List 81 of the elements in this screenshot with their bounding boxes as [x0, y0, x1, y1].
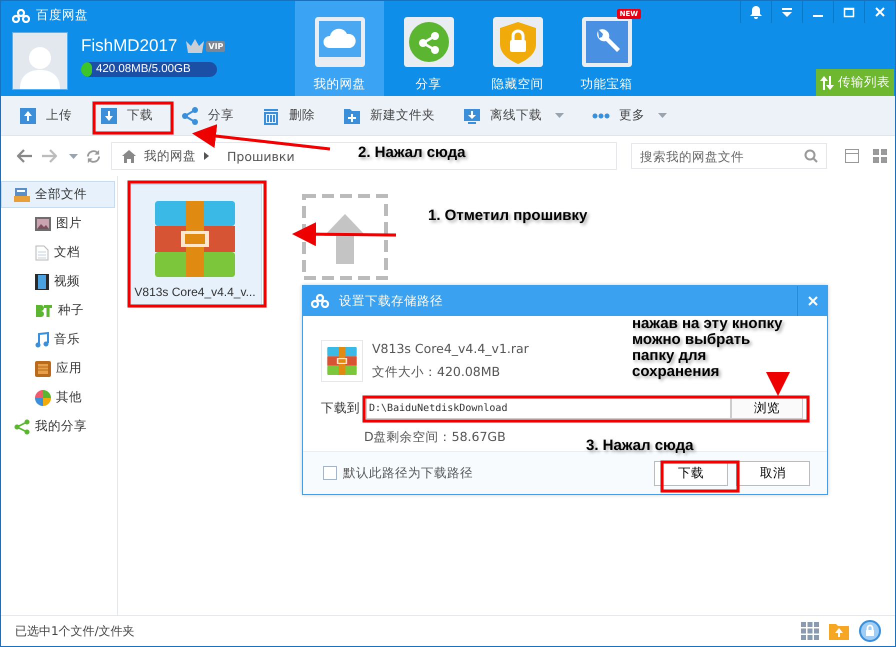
path-field[interactable]: D:\BaiduNetdiskDownload	[366, 397, 731, 419]
lock-icon[interactable]	[859, 620, 881, 642]
checkbox-label: 默认此路径为下载路径	[343, 464, 473, 482]
free-space-text: D盘剩余空间：58.67GB	[364, 429, 506, 446]
list-view-icon[interactable]	[845, 149, 859, 163]
toolbar-button[interactable]: 删除	[252, 102, 325, 130]
more-icon	[592, 112, 610, 118]
avatar	[12, 32, 68, 90]
sidebar-item[interactable]: 全部文件	[1, 181, 115, 208]
back-icon[interactable]	[17, 149, 33, 163]
storage-bar: 420.08MB/5.00GB	[81, 62, 217, 77]
path-label: 下载到	[321, 400, 360, 416]
sidebar-item[interactable]: 我的分享	[1, 413, 115, 440]
document-icon	[35, 244, 49, 260]
search-icon[interactable]	[804, 149, 818, 163]
annotation-text: 3. Нажал сюда	[586, 438, 694, 454]
cloud-logo-icon	[12, 8, 30, 22]
app-icon	[35, 360, 51, 376]
archive-icon	[327, 347, 357, 375]
forward-icon[interactable]	[41, 149, 57, 163]
checkbox[interactable]	[323, 466, 337, 480]
share-icon	[181, 106, 199, 124]
download-icon	[100, 106, 118, 124]
annotation-text: нажав на эту кнопку можно выбрать папку для сохранения	[632, 316, 782, 380]
sidebar-item[interactable]: 音乐	[1, 326, 115, 353]
close-icon	[808, 296, 818, 306]
toolbar-button[interactable]: 下载	[90, 102, 163, 130]
new-folder-icon	[343, 106, 361, 124]
home-icon[interactable]	[122, 150, 136, 162]
lock-icon	[492, 16, 544, 68]
cloud-logo-icon	[311, 294, 329, 308]
user-name: FishMD2017	[81, 36, 178, 56]
image-icon	[35, 216, 51, 230]
archive-icon	[155, 201, 235, 277]
arrow	[766, 372, 790, 396]
cloud-icon	[314, 16, 366, 68]
caret-icon	[69, 154, 78, 158]
vip-badge: VIP	[206, 40, 226, 52]
share-icon	[402, 16, 454, 68]
files-icon	[14, 186, 30, 202]
toolbar-button[interactable]: 离线下载	[453, 102, 574, 130]
breadcrumb-item[interactable]: Прошивки	[227, 148, 295, 164]
file-tile[interactable]: V813s Core4_v4.4_v...	[128, 184, 262, 306]
refresh-icon[interactable]	[86, 148, 101, 164]
monitor-download-icon	[463, 106, 481, 124]
app-title: 百度网盘	[36, 7, 88, 24]
film-icon	[35, 274, 49, 290]
toolbar-button[interactable]: 更多	[582, 102, 677, 129]
toolbar-button[interactable]: 分享	[171, 102, 244, 130]
file-size: 文件大小：420.08MB	[372, 364, 502, 381]
share-icon	[14, 418, 30, 434]
breadcrumb-item[interactable]: 我的网盘	[144, 148, 196, 164]
folder-upload-icon[interactable]	[829, 622, 849, 640]
sidebar-item[interactable]: 种子	[1, 297, 115, 324]
sidebar-item[interactable]: 图片	[1, 210, 115, 237]
sidebar-item[interactable]: 应用	[1, 355, 115, 382]
sidebar-item[interactable]: 文档	[1, 239, 115, 266]
dialog-button[interactable]: 取消	[736, 460, 810, 486]
browse-button[interactable]: 浏览	[731, 397, 803, 419]
grid-icon[interactable]	[801, 622, 819, 640]
toolbar-button[interactable]: 上传	[9, 102, 82, 130]
grid-view-icon[interactable]	[873, 149, 887, 163]
crown-icon	[185, 38, 206, 54]
annotation-text: 1. Отметил прошивку	[428, 208, 588, 224]
sidebar-item[interactable]: 其他	[1, 384, 115, 411]
music-note-icon	[35, 332, 49, 348]
transfer-arrows-icon	[820, 74, 834, 90]
file-name: V813s Core4_v4.4_v1.rar	[372, 341, 529, 356]
toolbar-button[interactable]: 新建文件夹	[333, 102, 445, 130]
pie-icon	[35, 390, 51, 406]
dialog-title: 设置下载存储路径	[339, 292, 443, 310]
bt-icon	[35, 304, 53, 318]
chevron-icon	[204, 152, 209, 160]
upload-placeholder-icon[interactable]	[302, 194, 388, 280]
sidebar-item[interactable]: 视频	[1, 268, 115, 295]
trash-icon	[262, 106, 280, 124]
wrench-icon	[580, 16, 632, 68]
status-text: 已选中1个文件/文件夹	[15, 622, 135, 640]
search-field[interactable]: 搜索我的网盘文件	[631, 143, 827, 169]
upload-icon	[19, 106, 37, 124]
annotation-text: 2. Нажал сюда	[358, 145, 466, 161]
